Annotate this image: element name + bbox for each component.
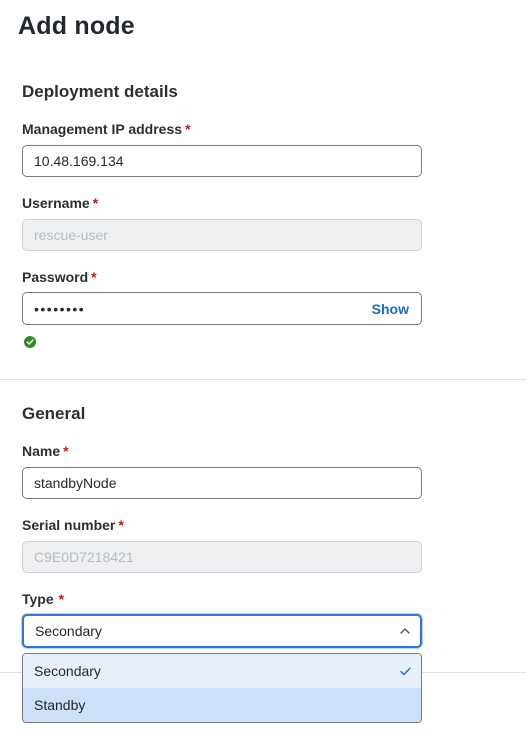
password-input[interactable]: •••••••• Show [22, 292, 422, 325]
general-heading: General [22, 404, 86, 423]
management-ip-label-text: Management IP address [22, 121, 183, 137]
deployment-details-heading: Deployment details [22, 82, 178, 101]
name-label-text: Name [22, 443, 61, 459]
section-divider [0, 379, 526, 380]
required-marker: * [91, 269, 97, 285]
type-option-label: Secondary [34, 663, 101, 679]
password-masked-value: •••••••• [34, 300, 86, 317]
name-value: standbyNode [34, 475, 117, 491]
type-option-label: Standby [34, 697, 86, 713]
required-marker: * [58, 591, 65, 607]
type-dropdown-list: Secondary Standby [22, 653, 422, 723]
type-option-secondary[interactable]: Secondary [23, 654, 421, 688]
password-label-text: Password [22, 269, 89, 285]
name-label: Name * [22, 443, 69, 459]
type-label-text: Type [22, 591, 54, 607]
username-label-text: Username [22, 195, 90, 211]
required-marker: * [185, 121, 191, 137]
required-marker: * [92, 195, 99, 211]
name-input[interactable]: standbyNode [22, 467, 422, 499]
username-placeholder: rescue-user [34, 227, 108, 243]
type-select-value: Secondary [35, 623, 102, 639]
management-ip-input[interactable]: 10.48.169.134 [22, 145, 422, 177]
chevron-up-icon [400, 628, 410, 634]
password-label: Password * [22, 269, 97, 285]
serial-number-label-text: Serial number [22, 517, 116, 533]
type-label: Type * [22, 591, 64, 607]
serial-number-input: C9E0D7218421 [22, 541, 422, 573]
serial-number-label: Serial number * [22, 517, 124, 533]
type-select[interactable]: Secondary [22, 614, 422, 648]
show-password-button[interactable]: Show [372, 301, 409, 317]
serial-number-placeholder: C9E0D7218421 [34, 549, 134, 565]
required-marker: * [118, 517, 124, 533]
username-input: rescue-user [22, 219, 422, 251]
management-ip-label: Management IP address * [22, 121, 190, 137]
required-marker: * [63, 443, 69, 459]
management-ip-value: 10.48.169.134 [34, 153, 124, 169]
type-option-standby[interactable]: Standby [23, 688, 421, 722]
page-title: Add node [18, 12, 135, 40]
username-label: Username * [22, 195, 98, 211]
checkmark-icon [400, 667, 411, 676]
check-circle-icon [24, 336, 36, 348]
